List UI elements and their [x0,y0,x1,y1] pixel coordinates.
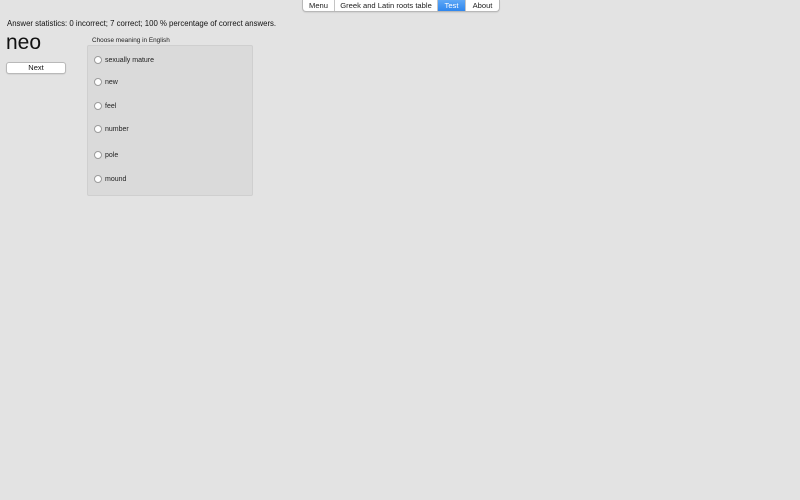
options-group: sexually mature new feel number pole mou… [87,45,253,196]
option-label: mound [105,175,127,183]
question-word: neo [6,31,42,54]
radio-button-icon[interactable] [94,175,102,183]
test-window: Menu Greek and Latin roots table Test Ab… [0,0,800,500]
option-label: new [105,78,118,86]
option-label: sexually mature [105,56,155,64]
tab-roots-table[interactable]: Greek and Latin roots table [335,0,438,11]
radio-button-icon[interactable] [94,78,102,86]
option-new[interactable]: new [94,77,118,87]
options-group-title: Choose meaning in English [92,37,170,44]
option-sexually-mature[interactable]: sexually mature [94,55,154,65]
tab-test[interactable]: Test [438,0,466,11]
tab-about[interactable]: About [466,0,499,11]
radio-button-icon[interactable] [94,151,102,159]
radio-button-icon[interactable] [94,56,102,64]
radio-button-icon[interactable] [94,125,102,133]
option-number[interactable]: number [94,124,129,134]
option-label: number [105,125,129,133]
option-mound[interactable]: mound [94,174,126,184]
tab-menu[interactable]: Menu [303,0,335,11]
option-label: feel [105,102,117,110]
option-label: pole [105,151,119,159]
main-tab-bar: Menu Greek and Latin roots table Test Ab… [302,0,500,12]
answer-statistics: Answer statistics: 0 incorrect; 7 correc… [7,19,277,28]
next-button[interactable]: Next [6,62,66,74]
radio-button-icon[interactable] [94,102,102,110]
option-feel[interactable]: feel [94,101,116,111]
option-pole[interactable]: pole [94,150,118,160]
